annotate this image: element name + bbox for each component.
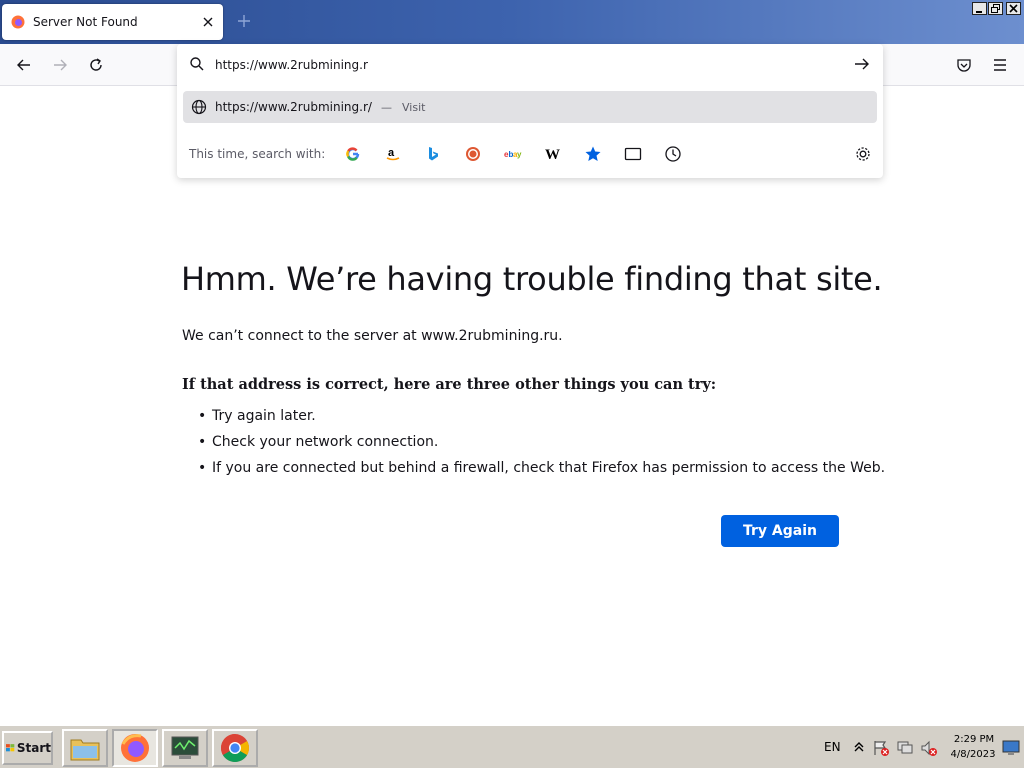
back-icon[interactable] bbox=[15, 56, 33, 74]
bing-icon[interactable] bbox=[424, 145, 442, 163]
taskbar: Start EN 2:29 PM 4/8/2023 bbox=[0, 724, 1024, 768]
close-tab-icon[interactable] bbox=[200, 14, 216, 30]
title-bar: Server Not Found bbox=[0, 0, 1024, 44]
suggestion-separator: — bbox=[381, 101, 392, 114]
suggestion-row[interactable]: https://www.2rubmining.r/ — Visit bbox=[183, 91, 877, 123]
close-icon bbox=[1009, 4, 1018, 13]
restore-button[interactable] bbox=[988, 2, 1003, 15]
amazon-icon[interactable]: a bbox=[384, 145, 402, 163]
error-title: Hmm. We’re having trouble finding that s… bbox=[181, 260, 883, 298]
chrome-icon bbox=[221, 734, 249, 762]
history-icon[interactable] bbox=[664, 145, 682, 163]
start-label: Start bbox=[16, 741, 51, 755]
error-description: We can’t connect to the server at www.2r… bbox=[182, 328, 563, 344]
tabs-icon[interactable] bbox=[624, 145, 642, 163]
clock-date[interactable]: 4/8/2023 bbox=[948, 749, 998, 760]
globe-icon bbox=[191, 99, 207, 115]
google-icon[interactable] bbox=[344, 145, 362, 163]
network-icon[interactable] bbox=[896, 739, 914, 757]
settings-gear-icon[interactable] bbox=[854, 145, 872, 163]
tab-title: Server Not Found bbox=[33, 15, 138, 29]
ebay-icon[interactable]: ebay bbox=[504, 145, 522, 163]
suggestion-action: Visit bbox=[402, 101, 426, 114]
search-icon bbox=[190, 57, 204, 71]
monitor-icon bbox=[171, 736, 199, 759]
reload-icon[interactable] bbox=[87, 56, 105, 74]
svg-text:a: a bbox=[388, 147, 395, 159]
show-desktop-icon[interactable] bbox=[1002, 740, 1020, 756]
try-again-button[interactable]: Try Again bbox=[721, 515, 839, 547]
tab-server-not-found[interactable]: Server Not Found bbox=[2, 4, 223, 40]
new-tab-icon[interactable] bbox=[236, 13, 252, 29]
list-item: Check your network connection. bbox=[198, 434, 885, 460]
taskbar-firefox[interactable] bbox=[112, 729, 158, 767]
url-input[interactable] bbox=[215, 56, 835, 74]
search-with-label: This time, search with: bbox=[189, 147, 326, 161]
list-item: Try again later. bbox=[198, 408, 885, 434]
folder-icon bbox=[70, 739, 100, 761]
firefox-icon bbox=[11, 15, 25, 29]
wikipedia-icon[interactable]: W bbox=[544, 145, 562, 163]
taskbar-system-monitor[interactable] bbox=[162, 729, 208, 767]
windows-logo-icon bbox=[6, 744, 15, 752]
minimize-icon bbox=[976, 11, 982, 13]
minimize-button[interactable] bbox=[972, 2, 987, 15]
taskbar-file-explorer[interactable] bbox=[62, 729, 108, 767]
try-heading: If that address is correct, here are thr… bbox=[182, 376, 717, 393]
list-item: If you are connected but behind a firewa… bbox=[198, 460, 885, 486]
volume-muted-icon[interactable] bbox=[920, 739, 938, 757]
language-indicator[interactable]: EN bbox=[824, 740, 841, 754]
close-window-button[interactable] bbox=[1006, 2, 1021, 15]
duckduckgo-icon[interactable] bbox=[464, 145, 482, 163]
forward-icon[interactable] bbox=[51, 56, 69, 74]
suggestion-url: https://www.2rubmining.r/ bbox=[215, 100, 372, 114]
urlbar-dropdown: https://www.2rubmining.r/ — Visit This t… bbox=[177, 44, 883, 178]
suggestion-list: Try again later. Check your network conn… bbox=[198, 408, 885, 486]
taskbar-chrome[interactable] bbox=[212, 729, 258, 767]
firefox-icon bbox=[121, 734, 149, 762]
action-center-flag-icon[interactable] bbox=[872, 739, 890, 757]
pocket-icon[interactable] bbox=[955, 56, 973, 74]
bookmarks-icon[interactable] bbox=[584, 145, 602, 163]
svg-text:W: W bbox=[545, 147, 560, 162]
go-arrow-icon[interactable] bbox=[853, 56, 871, 72]
menu-icon[interactable] bbox=[991, 56, 1009, 74]
clock-time[interactable]: 2:29 PM bbox=[952, 734, 996, 745]
restore-icon bbox=[991, 4, 1000, 13]
show-hidden-icons-icon[interactable] bbox=[853, 740, 865, 754]
svg-text:y: y bbox=[517, 150, 522, 159]
start-button[interactable]: Start bbox=[2, 731, 53, 765]
